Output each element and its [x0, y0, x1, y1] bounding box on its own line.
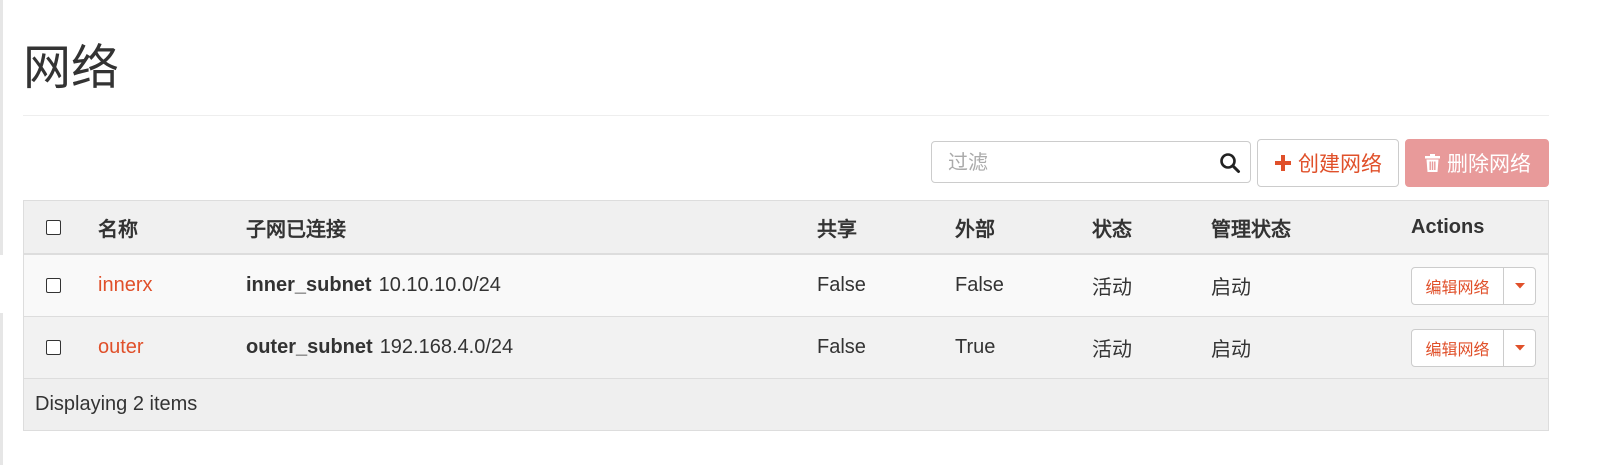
column-header-admin-state[interactable]: 管理状态 — [1211, 201, 1291, 253]
caret-down-icon — [1514, 282, 1525, 288]
left-border — [0, 0, 3, 465]
table-row: outer outer_subnet 192.168.4.0/24 False … — [24, 317, 1548, 379]
more-actions-toggle[interactable] — [1504, 266, 1536, 305]
caret-down-icon — [1514, 344, 1525, 350]
search-icon[interactable] — [1218, 151, 1242, 175]
item-count: Displaying 2 items — [35, 393, 198, 415]
column-header-subnets[interactable]: 子网已连接 — [246, 201, 346, 253]
row-checkbox[interactable] — [46, 340, 61, 355]
row-checkbox-cell — [46, 317, 61, 378]
shared-value: False — [817, 274, 866, 296]
table-header: 名称 子网已连接 共享 外部 状态 管理状态 Actions — [24, 201, 1548, 255]
more-actions-toggle[interactable] — [1504, 328, 1536, 367]
status-value: 活动 — [1092, 337, 1132, 361]
title-divider — [23, 115, 1549, 116]
admin-state-value: 启动 — [1211, 337, 1251, 361]
edit-network-button[interactable]: 编辑网络 — [1411, 328, 1504, 367]
network-name-cell: innerx — [98, 255, 152, 316]
network-name-cell: outer — [98, 317, 144, 378]
network-name-link[interactable]: outer — [98, 336, 144, 359]
column-header-name[interactable]: 名称 — [98, 201, 138, 253]
subnet-name: outer_subnet — [246, 336, 373, 358]
networks-table: 名称 子网已连接 共享 外部 状态 管理状态 Actions innerx in… — [23, 200, 1549, 431]
delete-networks-button[interactable]: 删除网络 — [1405, 139, 1549, 187]
column-header-status[interactable]: 状态 — [1092, 201, 1132, 253]
network-name-link[interactable]: innerx — [98, 274, 152, 297]
shared-value: False — [817, 336, 866, 358]
subnet-cell: inner_subnet 10.10.10.0/24 — [246, 255, 501, 316]
filter-box — [931, 141, 1251, 183]
column-header-actions: Actions — [1411, 215, 1485, 238]
row-checkbox-cell — [46, 255, 61, 316]
subnet-name: inner_subnet — [246, 274, 372, 296]
column-header-shared[interactable]: 共享 — [817, 201, 857, 253]
create-network-button[interactable]: 创建网络 — [1257, 139, 1399, 187]
column-header-external[interactable]: 外部 — [955, 201, 995, 253]
row-actions: 编辑网络 — [1411, 317, 1536, 378]
filter-input[interactable] — [932, 142, 1212, 182]
external-value: False — [955, 274, 1004, 296]
plus-icon — [1274, 153, 1292, 173]
create-network-label: 创建网络 — [1298, 152, 1382, 176]
page-title: 网络 — [23, 40, 120, 96]
left-border-gap — [0, 255, 3, 313]
table-footer: Displaying 2 items — [24, 379, 1548, 430]
delete-networks-label: 删除网络 — [1447, 152, 1531, 176]
subnet-cidr: 192.168.4.0/24 — [379, 336, 514, 358]
external-value: True — [955, 336, 996, 358]
status-value: 活动 — [1092, 275, 1132, 299]
table-row: innerx inner_subnet 10.10.10.0/24 False … — [24, 255, 1548, 317]
action-button-group: 编辑网络 — [1411, 266, 1536, 305]
subnet-cidr: 10.10.10.0/24 — [378, 274, 501, 296]
subnet-cell: outer_subnet 192.168.4.0/24 — [246, 317, 513, 378]
row-checkbox[interactable] — [46, 278, 61, 293]
row-actions: 编辑网络 — [1411, 255, 1536, 316]
select-all-cell — [46, 201, 61, 253]
select-all-checkbox[interactable] — [46, 219, 61, 235]
action-button-group: 编辑网络 — [1411, 328, 1536, 367]
trash-icon — [1423, 153, 1441, 173]
admin-state-value: 启动 — [1211, 275, 1251, 299]
edit-network-button[interactable]: 编辑网络 — [1411, 266, 1504, 305]
